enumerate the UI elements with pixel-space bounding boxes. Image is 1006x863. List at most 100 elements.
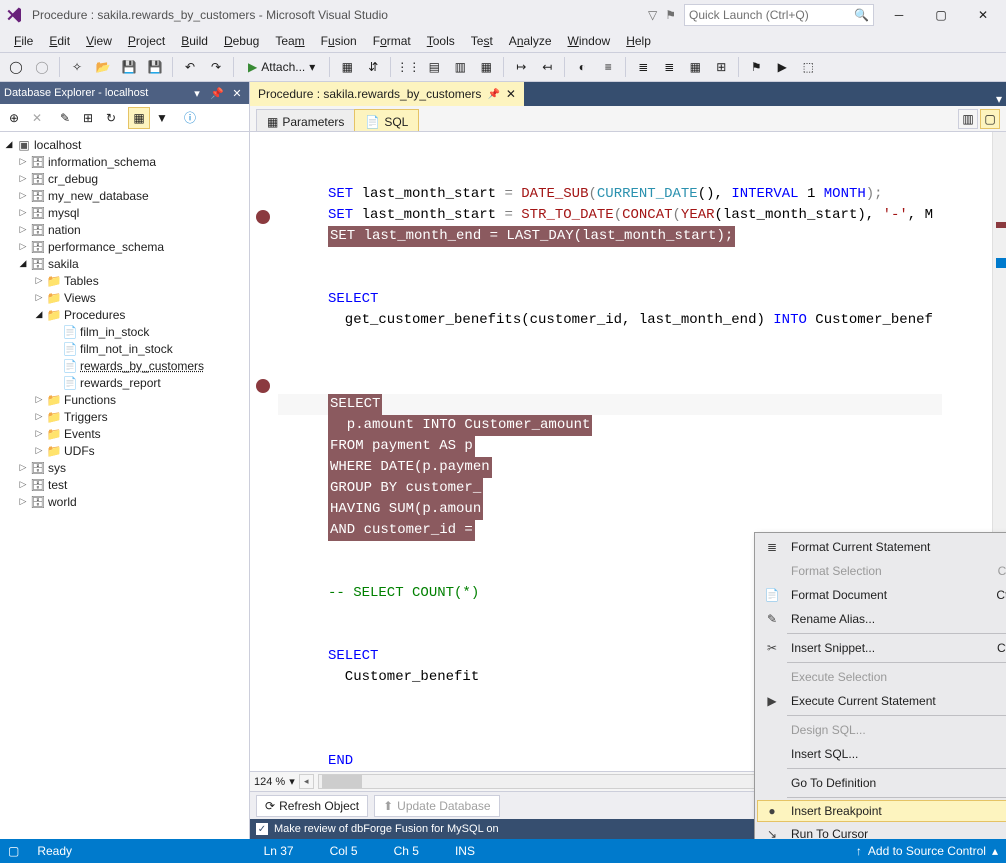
tool-btn-9[interactable]: ◐: [570, 55, 594, 79]
refresh-button[interactable]: ↻: [100, 107, 122, 129]
tab-close-icon[interactable]: ✕: [506, 87, 516, 101]
tree-item-mysql[interactable]: ▷🗄mysql: [0, 204, 249, 221]
redo-button[interactable]: ↷: [204, 55, 228, 79]
tree-item-UDFs[interactable]: ▷📁UDFs: [0, 442, 249, 459]
tree-item-rewards_by_customers[interactable]: 📄rewards_by_customers: [0, 357, 249, 374]
collapse-icon[interactable]: ◢: [4, 140, 14, 150]
menu-tools[interactable]: Tools: [419, 32, 463, 50]
menu-build[interactable]: Build: [173, 32, 216, 50]
tool-btn-13[interactable]: ▦: [683, 55, 707, 79]
context-menu-item-rename-alias-[interactable]: ✎Rename Alias...: [757, 607, 1006, 631]
expand-icon[interactable]: ▷: [18, 208, 28, 218]
tool-btn-1[interactable]: ▦: [335, 55, 359, 79]
tab-dropdown-icon[interactable]: ▾: [996, 92, 1002, 106]
notifications-icon[interactable]: ⚑: [665, 8, 676, 22]
tool-btn-14[interactable]: ⊞: [709, 55, 733, 79]
tree-item-Views[interactable]: ▷📁Views: [0, 289, 249, 306]
context-menu-item-format-document[interactable]: 📄Format DocumentCtrl+K, Ctrl+D: [757, 583, 1006, 607]
menu-analyze[interactable]: Analyze: [501, 32, 560, 50]
delete-button[interactable]: ✕: [26, 107, 48, 129]
expand-icon[interactable]: ▷: [18, 157, 28, 167]
breakpoint-gutter[interactable]: [250, 132, 278, 771]
expand-icon[interactable]: ▷: [34, 412, 44, 422]
menu-debug[interactable]: Debug: [216, 32, 267, 50]
context-menu-item-go-to-definition[interactable]: Go To DefinitionF12: [757, 771, 1006, 795]
expand-icon[interactable]: [50, 344, 60, 354]
tool-btn-2[interactable]: ⇵: [361, 55, 385, 79]
split-h-button[interactable]: ▥: [958, 109, 978, 129]
tree-item-Tables[interactable]: ▷📁Tables: [0, 272, 249, 289]
publish-icon[interactable]: ↑: [856, 844, 862, 858]
context-menu-item-insert-sql-[interactable]: Insert SQL...: [757, 742, 1006, 766]
menu-view[interactable]: View: [78, 32, 120, 50]
tree-item-sakila[interactable]: ◢🗄sakila: [0, 255, 249, 272]
context-menu-item-run-to-cursor[interactable]: ↘Run To CursorCtrl+F10: [757, 822, 1006, 839]
save-all-button[interactable]: 💾: [143, 55, 167, 79]
new-db-button[interactable]: ⊞: [77, 107, 99, 129]
context-menu-item-execute-current-statement[interactable]: ▶Execute Current Statement: [757, 689, 1006, 713]
update-database-button[interactable]: ⬆ Update Database: [374, 795, 499, 817]
subtab-parameters[interactable]: ▦ Parameters: [256, 109, 355, 131]
expand-icon[interactable]: ▷: [34, 429, 44, 439]
panel-dropdown-icon[interactable]: ▾: [189, 85, 205, 101]
expand-icon[interactable]: ▷: [18, 191, 28, 201]
expand-icon[interactable]: [50, 327, 60, 337]
menu-format[interactable]: Format: [365, 32, 419, 50]
tool-btn-8[interactable]: ↤: [535, 55, 559, 79]
nav-fwd-button[interactable]: ◯: [30, 55, 54, 79]
tool-btn-10[interactable]: ≡: [596, 55, 620, 79]
source-control-dropdown-icon[interactable]: ▴: [992, 844, 998, 858]
zoom-dropdown-icon[interactable]: ▾: [289, 775, 295, 788]
new-sql-button[interactable]: ✎: [54, 107, 76, 129]
tool-btn-16[interactable]: ▶: [770, 55, 794, 79]
tree-item-Procedures[interactable]: ◢📁Procedures: [0, 306, 249, 323]
refresh-object-button[interactable]: ⟳ Refresh Object: [256, 795, 368, 817]
expand-icon[interactable]: ▷: [18, 497, 28, 507]
panel-pin-icon[interactable]: 📌: [209, 85, 225, 101]
nav-back-button[interactable]: ◯: [4, 55, 28, 79]
tool-btn-12[interactable]: ≣: [657, 55, 681, 79]
zoom-level[interactable]: 124 %: [254, 776, 285, 788]
tool-btn-15[interactable]: ⚑: [744, 55, 768, 79]
attach-button[interactable]: ▶Attach...▾: [239, 55, 324, 79]
expand-icon[interactable]: ▷: [34, 293, 44, 303]
add-source-control[interactable]: Add to Source Control: [868, 844, 986, 858]
minimize-button[interactable]: ─: [882, 4, 916, 26]
breakpoint-icon[interactable]: [256, 379, 270, 393]
menu-help[interactable]: Help: [618, 32, 659, 50]
menu-fusion[interactable]: Fusion: [313, 32, 365, 50]
context-menu-item-insert-snippet-[interactable]: ✂Insert Snippet...Ctrl+K, Ctrl+X: [757, 636, 1006, 660]
tree-item-rewards_report[interactable]: 📄rewards_report: [0, 374, 249, 391]
tree-item-my_new_database[interactable]: ▷🗄my_new_database: [0, 187, 249, 204]
tree-item-Triggers[interactable]: ▷📁Triggers: [0, 408, 249, 425]
tool-btn-4[interactable]: ▤: [422, 55, 446, 79]
undo-button[interactable]: ↶: [178, 55, 202, 79]
open-file-button[interactable]: 📂: [91, 55, 115, 79]
expand-icon[interactable]: ▷: [34, 276, 44, 286]
menu-edit[interactable]: Edit: [41, 32, 78, 50]
expand-icon[interactable]: ▷: [34, 446, 44, 456]
tree-item-world[interactable]: ▷🗄world: [0, 493, 249, 510]
quick-launch-input[interactable]: Quick Launch (Ctrl+Q) 🔍: [684, 4, 874, 26]
expand-icon[interactable]: ▷: [18, 480, 28, 490]
tree-item-performance_schema[interactable]: ▷🗄performance_schema: [0, 238, 249, 255]
filter-button[interactable]: ▼: [151, 107, 173, 129]
tree-item-sys[interactable]: ▷🗄sys: [0, 459, 249, 476]
tree-item-test[interactable]: ▷🗄test: [0, 476, 249, 493]
expand-icon[interactable]: ▷: [18, 174, 28, 184]
expand-icon[interactable]: [50, 378, 60, 388]
close-button[interactable]: ✕: [966, 4, 1000, 26]
tree-item-localhost[interactable]: ◢▣localhost: [0, 136, 249, 153]
tree-item-film_not_in_stock[interactable]: 📄film_not_in_stock: [0, 340, 249, 357]
tool-btn-7[interactable]: ↦: [509, 55, 533, 79]
tool-btn-5[interactable]: ▥: [448, 55, 472, 79]
tree-item-nation[interactable]: ▷🗄nation: [0, 221, 249, 238]
tree-item-information_schema[interactable]: ▷🗄information_schema: [0, 153, 249, 170]
collapse-icon[interactable]: ◢: [34, 310, 44, 320]
panel-close-icon[interactable]: ✕: [229, 85, 245, 101]
document-tab[interactable]: Procedure : sakila.rewards_by_customers …: [250, 82, 524, 106]
menu-window[interactable]: Window: [560, 32, 619, 50]
maximize-button[interactable]: ▢: [924, 4, 958, 26]
breakpoint-icon[interactable]: [256, 210, 270, 224]
save-button[interactable]: 💾: [117, 55, 141, 79]
